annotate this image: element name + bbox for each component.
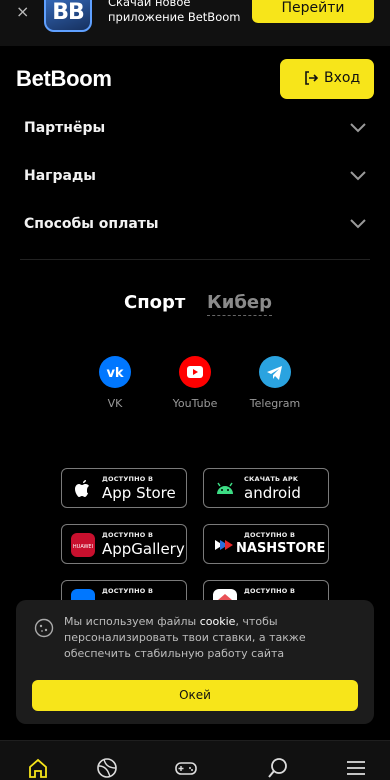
android-icon: [217, 482, 233, 494]
login-button[interactable]: Вход: [280, 59, 374, 99]
accordion-label: Способы оплаты: [24, 216, 159, 232]
vk-icon: vk: [99, 356, 131, 388]
tab-cyber[interactable]: Кибер: [207, 292, 272, 316]
social-link-youtube[interactable]: YouTube: [163, 356, 227, 410]
bottom-navigation: [0, 740, 390, 780]
telegram-icon: [259, 356, 291, 388]
store-caption: СКАЧАТЬ APK: [244, 475, 299, 483]
app-promo-banner: × BB Скачай новое приложение BetBoom Пер…: [0, 0, 390, 46]
home-icon[interactable]: [27, 757, 49, 779]
cookie-banner: Мы используем файлы cookie, чтобы персон…: [16, 600, 374, 724]
accordion-payment-methods[interactable]: Способы оплаты: [24, 210, 368, 242]
login-label: Вход: [324, 70, 361, 86]
accordion-partners[interactable]: Партнёры: [24, 114, 368, 146]
chevron-down-icon: [350, 219, 366, 229]
login-icon: [305, 71, 318, 85]
store-name: App Store: [102, 484, 176, 502]
svg-text:HUAWEI: HUAWEI: [73, 544, 93, 550]
store-caption: ДОСТУПНО В: [244, 587, 296, 595]
social-link-vk[interactable]: vk VK: [83, 356, 147, 410]
cookie-link[interactable]: cookie: [200, 615, 236, 628]
promo-text-line-2: приложение BetBoom: [108, 10, 241, 24]
chevron-down-icon: [350, 123, 366, 133]
nashstore-icon: [215, 540, 233, 550]
huawei-icon: HUAWEI: [71, 533, 95, 557]
app-logo-icon: BB: [44, 0, 92, 32]
store-caption: ДОСТУПНО В: [102, 531, 154, 539]
gamepad-icon[interactable]: [175, 757, 197, 779]
store-name: android: [244, 484, 301, 502]
search-icon[interactable]: [267, 757, 289, 779]
store-name: NASHSTORE: [236, 541, 326, 556]
youtube-icon: [179, 356, 211, 388]
store-name: AppGallery: [102, 540, 185, 558]
header: BetBoom Вход: [0, 46, 390, 112]
social-link-telegram[interactable]: Telegram: [243, 356, 307, 410]
cookie-accept-button[interactable]: Окей: [32, 680, 358, 711]
svg-text:vk: vk: [106, 366, 123, 381]
store-caption: ДОСТУПНО В: [102, 475, 154, 483]
social-label: YouTube: [172, 397, 218, 410]
menu-icon[interactable]: [345, 757, 367, 779]
accordion-label: Партнёры: [24, 120, 106, 136]
apple-icon: [75, 480, 89, 497]
tab-sport[interactable]: Спорт: [124, 292, 185, 313]
close-icon[interactable]: ×: [16, 2, 29, 21]
store-caption: ДОСТУПНО В: [244, 531, 296, 539]
store-app-store[interactable]: ДОСТУПНО В App Store: [61, 468, 187, 508]
ball-icon[interactable]: [96, 757, 118, 779]
promo-open-button[interactable]: Перейти: [252, 0, 374, 23]
store-caption: ДОСТУПНО В: [102, 587, 154, 595]
store-android[interactable]: СКАЧАТЬ APK android: [203, 468, 329, 508]
cookie-text-before: Мы используем файлы: [64, 615, 200, 628]
promo-text-line-1: Скачай новое: [108, 0, 191, 9]
social-label: VK: [107, 397, 123, 410]
cookie-text: Мы используем файлы cookie, чтобы персон…: [64, 614, 364, 662]
cookie-icon: [34, 618, 54, 638]
accordion-label: Награды: [24, 168, 96, 184]
social-label: Telegram: [249, 397, 301, 410]
store-appgallery[interactable]: HUAWEI ДОСТУПНО В AppGallery: [61, 524, 187, 564]
app-logo-text: BB: [52, 0, 85, 25]
divider: [20, 259, 370, 260]
accordion-awards[interactable]: Награды: [24, 162, 368, 194]
store-nashstore[interactable]: ДОСТУПНО В NASHSTORE: [203, 524, 329, 564]
chevron-down-icon: [350, 171, 366, 181]
brand-logo[interactable]: BetBoom: [16, 66, 112, 92]
promo-text: Скачай новое приложение BetBoom: [108, 0, 248, 25]
